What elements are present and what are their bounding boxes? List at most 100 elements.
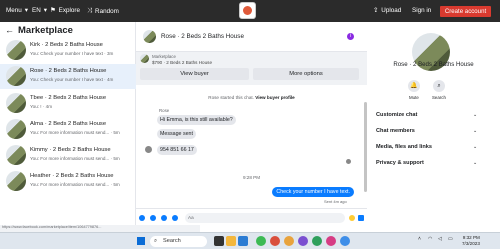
incoming-message: Message sent xyxy=(157,129,196,139)
chrome-profile-icon[interactable] xyxy=(298,236,308,246)
listing-price: $790 · 2 Beds 2 Baths House xyxy=(152,60,213,65)
conversation-item[interactable]: Kirk · 2 Beds 2 Baths House You: Check y… xyxy=(0,38,136,63)
chrome-profile-icon[interactable] xyxy=(284,236,294,246)
edge-icon[interactable] xyxy=(238,236,248,246)
listing-thumbnail xyxy=(6,66,26,86)
wifi-icon[interactable]: ◠ xyxy=(428,236,432,242)
gif-icon[interactable] xyxy=(172,215,178,221)
photo-icon[interactable] xyxy=(150,215,156,221)
conversation-name: Alma · 2 Beds 2 Baths House xyxy=(30,121,107,127)
chrome-profile-icon[interactable] xyxy=(326,236,336,246)
chat-members-section[interactable]: Chat members xyxy=(376,128,415,134)
message-input[interactable]: Aa xyxy=(185,213,345,223)
panel-title: Marketplace xyxy=(18,25,73,36)
language-button[interactable]: EN ▾ xyxy=(32,7,47,14)
chrome-profile-icon[interactable] xyxy=(340,236,350,246)
marketplace-label: Marketplace xyxy=(152,54,176,59)
task-view-icon[interactable] xyxy=(214,236,224,246)
listing-thumbnail xyxy=(140,54,149,63)
chat-avatar[interactable] xyxy=(143,30,156,43)
upload-button[interactable]: ⇪ Upload xyxy=(373,7,401,14)
taskbar-search[interactable]: ⌕ Search xyxy=(150,236,207,247)
conversation-item[interactable]: Heather · 2 Beds 2 Baths House You: For … xyxy=(0,169,136,194)
chat-title[interactable]: Rose · 2 Beds 2 Baths House xyxy=(161,33,244,40)
sender-avatar xyxy=(145,146,152,153)
shuffle-icon: ⤨ xyxy=(87,7,93,14)
windows-start-icon[interactable] xyxy=(137,237,145,245)
mute-icon[interactable]: 🔔 xyxy=(408,80,420,92)
upload-label: Upload xyxy=(381,7,402,14)
chrome-icon[interactable] xyxy=(256,236,266,246)
explore-label: Explore xyxy=(58,7,81,14)
system-clock[interactable]: 9:32 PM 7/3/2023 xyxy=(462,235,480,247)
conversation-item[interactable]: Kimmy · 2 Beds 2 Baths House You: For mo… xyxy=(0,143,136,168)
create-account-button[interactable]: Create account xyxy=(440,6,491,17)
listing-thumbnail xyxy=(6,40,26,60)
chat-started-notice: Rose started this chat. View buyer profi… xyxy=(136,95,367,100)
customize-chat-section[interactable]: Customize chat xyxy=(376,112,417,118)
media-files-section[interactable]: Media, files and links xyxy=(376,144,432,150)
chat-header: Rose · 2 Beds 2 Baths House i xyxy=(136,22,367,52)
chevron-up-icon[interactable]: ˄ xyxy=(418,236,421,242)
outgoing-message: Check your number I have text. xyxy=(272,187,354,197)
search-icon[interactable]: ⌕ xyxy=(433,80,445,92)
upload-icon: ⇪ xyxy=(373,7,379,14)
chat-panel: Rose · 2 Beds 2 Baths House i Marketplac… xyxy=(136,22,367,227)
privacy-support-section[interactable]: Privacy & support xyxy=(376,160,424,166)
view-buyer-button[interactable]: View buyer xyxy=(140,68,249,80)
listing-card: Marketplace $790 · 2 Beds 2 Baths House … xyxy=(136,52,367,85)
timestamp-text: 9:28 PM xyxy=(242,175,261,180)
view-buyer-profile-link[interactable]: View buyer profile xyxy=(255,95,294,100)
conversation-item[interactable]: Tbee · 2 Beds 2 Baths House You: ! · 4m xyxy=(0,91,136,116)
taskbar-search-label: Search xyxy=(163,238,181,244)
more-options-button[interactable]: More options xyxy=(253,68,359,80)
add-icon[interactable] xyxy=(139,215,145,221)
emoji-icon[interactable] xyxy=(349,215,355,221)
chevron-down-icon[interactable]: ⌄ xyxy=(473,160,477,166)
conversation-item[interactable]: Alma · 2 Beds 2 Baths House You: For mor… xyxy=(0,117,136,142)
conversation-details-panel: Rose · 2 Beds 2 Baths House 🔔 Mute ⌕ Sea… xyxy=(367,22,500,227)
search-label: Search xyxy=(432,95,446,100)
chevron-down-icon[interactable]: ⌄ xyxy=(473,112,477,118)
site-logo[interactable] xyxy=(239,2,256,19)
conversation-preview: You: For more information must send... ·… xyxy=(30,130,120,135)
conversation-preview: You: ! · 4m xyxy=(30,104,53,109)
view-buyer-label: View buyer xyxy=(180,71,209,77)
volume-icon[interactable]: ◁ xyxy=(438,236,442,242)
explore-icon: ⚑ xyxy=(50,7,56,14)
chevron-down-icon: ▾ xyxy=(24,7,28,14)
info-icon[interactable]: i xyxy=(347,33,354,40)
random-button[interactable]: ⤨ Random xyxy=(87,7,119,15)
mute-label: Mute xyxy=(409,95,419,100)
conversation-item-active[interactable]: Rose · 2 Beds 2 Baths House You: Check y… xyxy=(0,64,136,89)
like-icon[interactable] xyxy=(358,215,364,221)
taskbar: ⌕ Search ˄ ◠ ◁ ▭ 9:32 PM 7/3/2023 xyxy=(0,232,500,249)
conversation-name: Kimmy · 2 Beds 2 Baths House xyxy=(30,147,111,153)
chevron-down-icon: ▾ xyxy=(43,7,47,14)
conversation-preview: You: Check your number I have text · 3m xyxy=(30,51,114,56)
incoming-message: Hi Emma, is this still available? xyxy=(157,115,236,125)
sender-name: Rose xyxy=(159,108,170,113)
chevron-down-icon[interactable]: ⌄ xyxy=(473,144,477,150)
create-account-label: Create account xyxy=(444,8,487,15)
menu-label: Menu xyxy=(6,7,22,14)
chrome-profile-icon[interactable] xyxy=(270,236,280,246)
signin-link[interactable]: Sign in xyxy=(412,7,431,14)
incoming-message: 954 851 66 17 xyxy=(157,145,197,155)
started-text: Rose started this chat. xyxy=(208,95,254,100)
conversation-name: Tbee · 2 Beds 2 Baths House xyxy=(30,95,107,101)
profile-name: Rose · 2 Beds 2 Baths House xyxy=(393,61,474,68)
chrome-profile-icon[interactable] xyxy=(312,236,322,246)
file-explorer-icon[interactable] xyxy=(226,236,236,246)
conversation-list-panel: ← Marketplace Kirk · 2 Beds 2 Baths Hous… xyxy=(0,22,136,227)
back-arrow-icon[interactable]: ← xyxy=(5,25,14,35)
chevron-down-icon[interactable]: ⌄ xyxy=(473,128,477,134)
battery-icon[interactable]: ▭ xyxy=(448,236,453,242)
conversation-preview: You: Check your number I have text · 4m xyxy=(30,77,114,82)
explore-button[interactable]: ⚑ Explore xyxy=(50,7,80,14)
conversation-preview: You: For more information must send... ·… xyxy=(30,156,120,161)
clock-date: 7/3/2023 xyxy=(462,241,480,246)
sticker-icon[interactable] xyxy=(161,215,167,221)
menu-button[interactable]: Menu ▾ xyxy=(6,7,28,14)
signin-label: Sign in xyxy=(412,7,432,14)
